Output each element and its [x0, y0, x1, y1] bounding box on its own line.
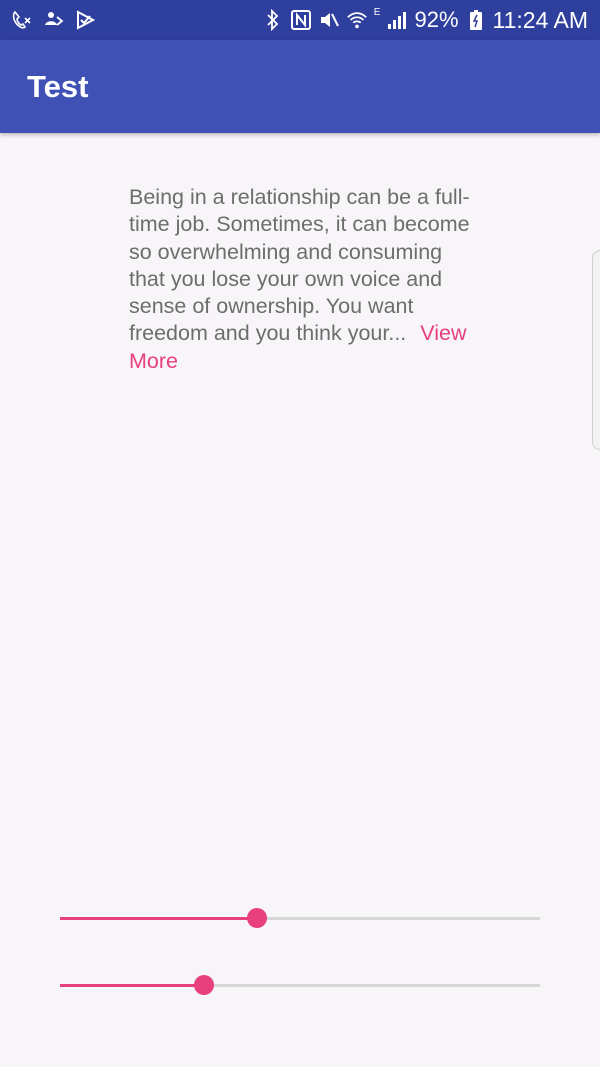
- bluetooth-icon: [262, 9, 284, 31]
- status-bar: E 92% 11:24 AM: [0, 0, 600, 40]
- slider-1[interactable]: [60, 903, 540, 933]
- slider-2[interactable]: [60, 970, 540, 1000]
- status-left-icons: [10, 0, 96, 40]
- battery-icon: [465, 9, 487, 31]
- slider-fill: [60, 984, 204, 987]
- play-store-icon: [74, 9, 96, 31]
- nfc-icon: [290, 9, 312, 31]
- wifi-icon: [346, 9, 368, 31]
- expandable-text: Being in a relationship can be a full-ti…: [129, 184, 474, 375]
- signal-icon: [386, 9, 408, 31]
- share-icon: [42, 9, 64, 31]
- mute-icon: [318, 9, 340, 31]
- network-type-label: E: [373, 7, 381, 18]
- status-right-icons: E 92% 11:24 AM: [262, 0, 588, 40]
- battery-percentage: 92%: [414, 7, 459, 32]
- slider-fill: [60, 917, 257, 920]
- missed-call-icon: [10, 9, 32, 31]
- description-text: Being in a relationship can be a full-ti…: [129, 185, 470, 346]
- slider-thumb[interactable]: [194, 975, 214, 995]
- edge-panel-handle[interactable]: [592, 250, 600, 450]
- slider-thumb[interactable]: [247, 908, 267, 928]
- app-title: Test: [27, 69, 89, 104]
- app-bar: Test: [0, 40, 600, 133]
- clock: 11:24 AM: [492, 7, 588, 33]
